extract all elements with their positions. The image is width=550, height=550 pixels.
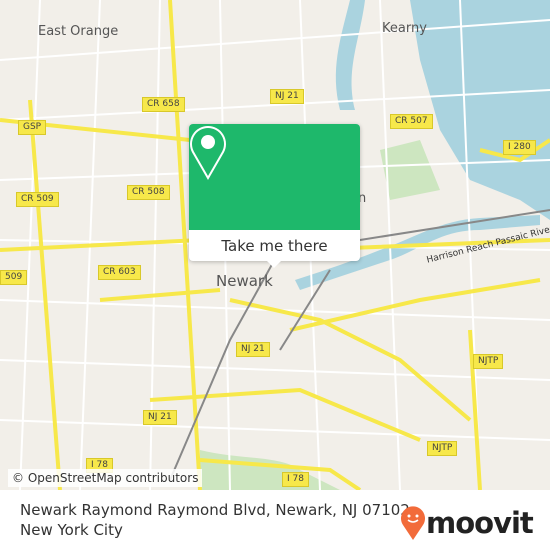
road-shield: NJ 21: [236, 342, 270, 357]
popup-header: [189, 124, 360, 230]
river-north: [335, 0, 365, 110]
road-shield: GSP: [18, 120, 47, 135]
location-popup: Take me there: [189, 124, 360, 261]
map[interactable]: East Orange Kearny Newark on CR 658 NJ 2…: [0, 0, 550, 490]
address: Newark Raymond Raymond Blvd, Newark, NJ …: [20, 500, 415, 540]
road-shield: CR 509: [16, 192, 59, 207]
moovit-logo: moovit: [400, 505, 534, 541]
address-line-2: New York City: [20, 521, 123, 539]
road-shield: 509: [0, 270, 28, 285]
popup-pointer: [266, 260, 282, 268]
road-shield: NJTP: [473, 354, 504, 369]
park: [380, 140, 440, 200]
moovit-pin-icon: [401, 506, 425, 540]
address-line-1: Newark Raymond Raymond Blvd, Newark, NJ …: [20, 501, 415, 519]
road-shield: I 280: [503, 140, 536, 155]
road-shield: CR 603: [98, 265, 141, 280]
road-shield: CR 507: [390, 114, 433, 129]
road-shield: I 78: [282, 472, 309, 487]
road-shield: NJ 21: [143, 410, 177, 425]
place-label-east-orange: East Orange: [38, 24, 119, 39]
location-pin-icon: [190, 126, 226, 180]
moovit-wordmark: moovit: [426, 505, 534, 540]
road-shield: NJ 21: [270, 89, 304, 104]
road-shield: CR 658: [142, 97, 185, 112]
place-label-kearny: Kearny: [382, 21, 427, 36]
road-shield: NJTP: [427, 441, 458, 456]
place-label-newark: Newark: [216, 272, 273, 290]
take-me-there-button[interactable]: Take me there: [189, 230, 360, 261]
road-shield: CR 508: [127, 185, 170, 200]
map-attribution[interactable]: © OpenStreetMap contributors: [8, 469, 203, 487]
